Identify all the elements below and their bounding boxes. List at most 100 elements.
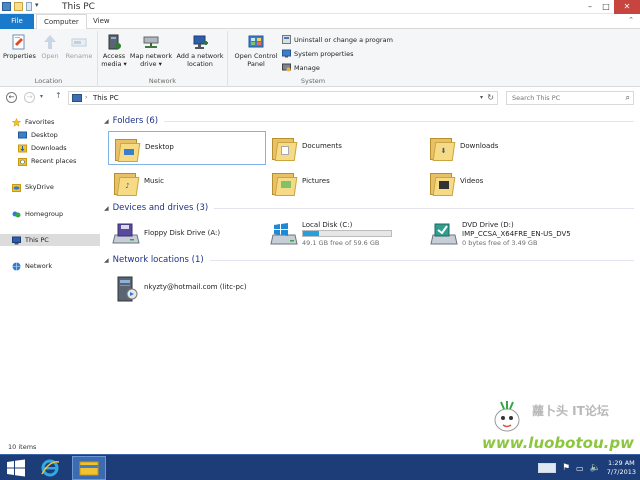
flag-icon[interactable]: ⚑ <box>562 463 570 473</box>
ribbon: Properties Open Rename Location Access m… <box>0 16 640 87</box>
file-explorer-taskbar-icon[interactable] <box>72 456 106 480</box>
uninstall-program-button[interactable]: Uninstall or change a program <box>282 35 393 44</box>
clock[interactable]: 1:29 AM 7/7/2013 <box>607 459 636 477</box>
collapse-chevron-icon[interactable]: ◢ <box>104 118 109 125</box>
nav-desktop[interactable]: Desktop <box>0 129 100 141</box>
network-locations-section-title: Network locations (1) <box>112 255 204 265</box>
collapse-chevron-icon[interactable]: ◢ <box>104 205 109 212</box>
open-label: Open <box>41 52 59 60</box>
open-control-panel-button[interactable]: Open Control Panel <box>232 33 280 68</box>
display-icon[interactable]: ▭ <box>576 464 584 473</box>
customize-qat-icon[interactable] <box>26 2 32 11</box>
folder-music[interactable]: ♪ Music <box>108 166 266 200</box>
rename-button[interactable]: Rename <box>64 33 94 61</box>
window-controls: – □ ✕ <box>582 0 640 14</box>
search-box[interactable]: ⌕ <box>506 91 634 105</box>
devices-section-header[interactable]: ◢ Devices and drives (3) <box>104 203 634 213</box>
qat-dropdown-icon[interactable]: ▾ <box>35 1 39 11</box>
folder-desktop[interactable]: Desktop <box>108 131 266 165</box>
star-icon <box>11 117 22 127</box>
rename-icon <box>70 33 88 51</box>
maximize-button[interactable]: □ <box>598 0 614 14</box>
nav-this-pc[interactable]: This PC <box>0 234 100 246</box>
folder-downloads[interactable]: ⬇ Downloads <box>424 131 582 165</box>
tab-computer[interactable]: Computer <box>36 14 87 30</box>
network-location-item[interactable]: nkyzty@hotmail.com (litc-pc) <box>108 272 268 308</box>
minimize-button[interactable]: – <box>582 0 598 14</box>
breadcrumb-separator-icon[interactable]: › <box>85 94 87 101</box>
open-button[interactable]: Open <box>38 33 62 61</box>
forward-button[interactable]: → <box>24 92 35 103</box>
collapse-chevron-icon[interactable]: ◢ <box>104 257 109 264</box>
refresh-icon[interactable]: ↻ <box>487 93 494 102</box>
ribbon-collapse-icon[interactable]: ⌃ <box>628 16 634 24</box>
tab-file[interactable]: File <box>0 14 34 29</box>
tab-view[interactable]: View <box>86 14 117 29</box>
watermark-url: www.luobotou.pw <box>482 434 634 452</box>
computer-icon <box>12 236 21 245</box>
drive-dvd-d[interactable]: DVD Drive (D:) IMP_CCSA_X64FRE_EN-US_DV5… <box>426 218 586 254</box>
drive-floppy[interactable]: Floppy Disk Drive (A:) <box>108 218 268 254</box>
touch-keyboard-icon[interactable] <box>537 463 556 473</box>
nav-skydrive[interactable]: SkyDrive <box>0 181 100 193</box>
media-server-icon <box>112 275 140 302</box>
local-disk-name: Local Disk (C:) <box>302 221 353 229</box>
folders-section-header[interactable]: ◢ Folders (6) <box>104 116 634 126</box>
properties-label: Properties <box>3 52 36 60</box>
add-location-label-2: location <box>187 59 213 68</box>
access-media-button[interactable]: Access media ▾ <box>100 33 128 68</box>
nav-favorites[interactable]: Favorites <box>0 116 100 128</box>
network-group-label: Network <box>148 77 177 85</box>
system-properties-button[interactable]: System properties <box>282 49 353 58</box>
manage-button[interactable]: Manage <box>282 63 320 72</box>
windows-start-icon[interactable] <box>6 459 26 477</box>
section-divider <box>209 259 634 261</box>
nav-downloads[interactable]: Downloads <box>0 142 100 154</box>
close-button[interactable]: ✕ <box>614 0 640 14</box>
manage-label: Manage <box>294 63 320 72</box>
map-network-drive-icon <box>142 33 160 51</box>
address-dropdown-icon[interactable]: ▾ <box>480 94 483 101</box>
clock-time: 1:29 AM <box>608 459 635 467</box>
search-input[interactable] <box>507 92 617 104</box>
nav-recent-places[interactable]: Recent places <box>0 155 100 167</box>
up-button[interactable]: ↑ <box>55 91 62 100</box>
back-button[interactable]: ← <box>6 92 17 103</box>
new-folder-qat-icon[interactable] <box>14 2 23 11</box>
clock-date: 7/7/2013 <box>606 468 636 476</box>
item-count: 10 items <box>8 443 37 451</box>
folder-pictures[interactable]: Pictures <box>266 166 424 200</box>
manage-icon <box>282 63 291 72</box>
address-box[interactable]: › This PC ▾ ↻ <box>68 91 498 105</box>
folder-documents[interactable]: Documents <box>266 131 424 165</box>
videos-folder-icon <box>428 169 456 197</box>
add-network-location-icon <box>191 33 209 51</box>
nav-network[interactable]: Network <box>0 260 100 272</box>
network-locations-section-header[interactable]: ◢ Network locations (1) <box>104 255 634 265</box>
properties-button[interactable]: Properties <box>3 33 36 61</box>
internet-explorer-icon[interactable] <box>36 457 64 479</box>
desktop-folder-icon <box>113 135 141 163</box>
nav-downloads-label: Downloads <box>31 144 67 152</box>
drive-local-c[interactable]: Local Disk (C:) 49.1 GB free of 59.6 GB <box>266 218 426 254</box>
properties-qat-icon[interactable] <box>2 2 11 11</box>
dvd-drive-icon <box>430 221 458 247</box>
network-group: Access media ▾ Map network drive ▾ Add a… <box>98 31 228 87</box>
nav-skydrive-label: SkyDrive <box>25 183 54 191</box>
downloads-icon <box>18 144 27 153</box>
nav-network-label: Network <box>25 262 53 270</box>
folder-videos[interactable]: Videos <box>424 166 582 200</box>
dvd-drive-name: DVD Drive (D:) <box>462 221 514 229</box>
skydrive-icon <box>12 183 21 192</box>
network-icon <box>12 262 21 271</box>
search-icon[interactable]: ⌕ <box>626 93 630 103</box>
navigation-pane: Favorites Desktop Downloads Recent place… <box>0 108 100 438</box>
map-network-drive-button[interactable]: Map network drive ▾ <box>129 33 173 68</box>
breadcrumb-this-pc[interactable]: This PC <box>93 94 119 102</box>
volume-icon[interactable]: 🔈 <box>590 463 601 473</box>
uninstall-icon <box>282 35 291 44</box>
add-network-location-button[interactable]: Add a network location <box>175 33 225 68</box>
nav-homegroup[interactable]: Homegroup <box>0 208 100 220</box>
watermark: 蘿卜头 IT论坛 www.luobotou.pw <box>480 398 640 454</box>
recent-locations-dropdown-icon[interactable]: ▾ <box>40 93 43 100</box>
